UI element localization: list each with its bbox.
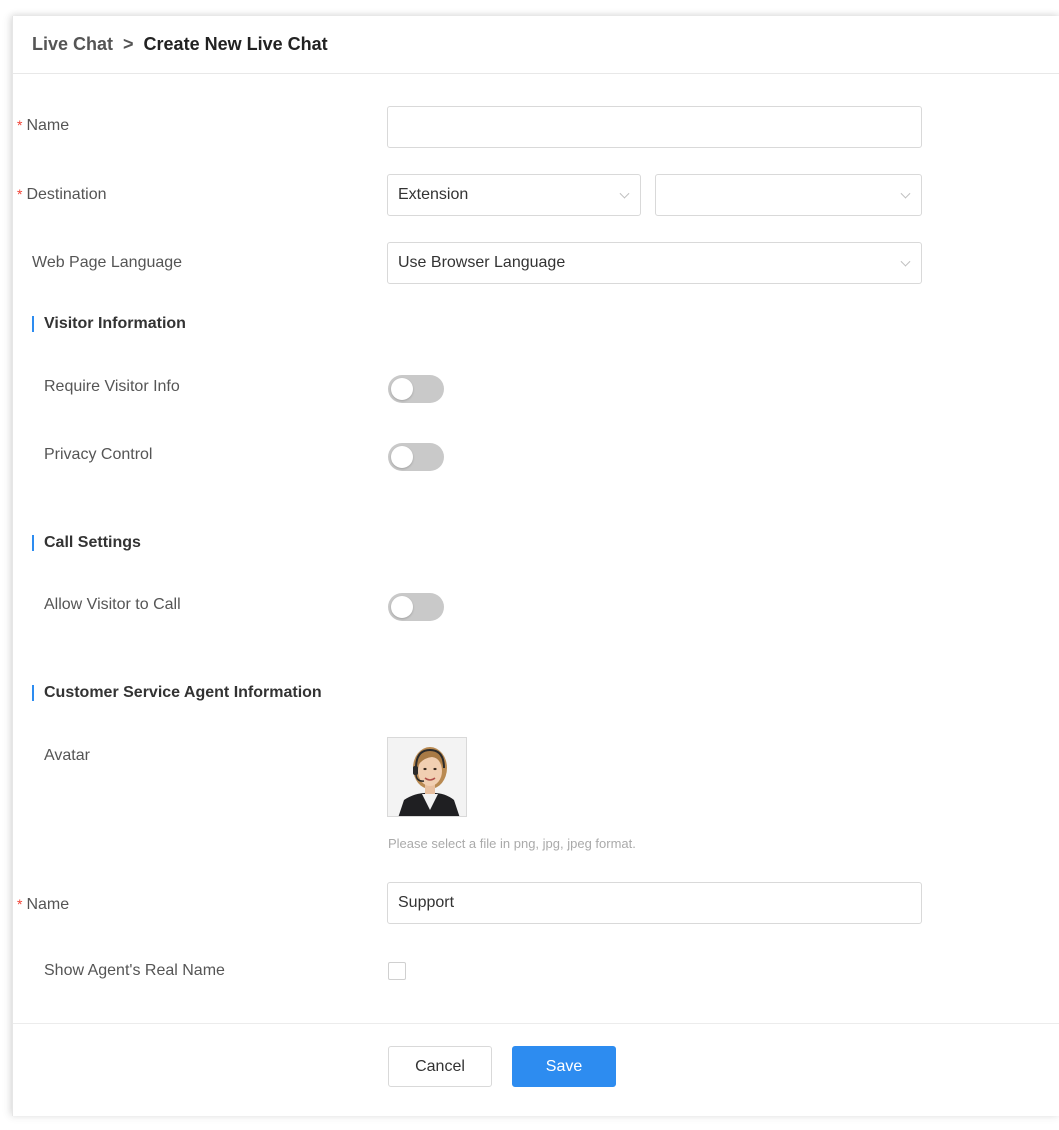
language-value: Use Browser Language <box>398 254 566 271</box>
cancel-button[interactable]: Cancel <box>388 1046 492 1087</box>
require-visitor-info-toggle[interactable] <box>388 375 444 403</box>
section-agent-information: Customer Service Agent Information <box>32 684 322 702</box>
create-live-chat-panel: Live Chat > Create New Live Chat * Name *… <box>12 16 1059 1116</box>
allow-visitor-call-label: Allow Visitor to Call <box>44 596 181 613</box>
required-asterisk: * <box>17 896 23 912</box>
destination-value-select[interactable] <box>655 174 922 216</box>
section-accent-bar <box>32 535 34 551</box>
chevron-down-icon <box>900 188 911 199</box>
section-title-text: Customer Service Agent Information <box>44 684 322 701</box>
privacy-control-label: Privacy Control <box>44 446 153 463</box>
destination-type-select[interactable]: Extension <box>387 174 641 216</box>
save-button[interactable]: Save <box>512 1046 616 1087</box>
section-call-settings: Call Settings <box>32 534 141 552</box>
breadcrumb-live-chat-link[interactable]: Live Chat <box>32 34 113 55</box>
destination-type-value: Extension <box>398 186 469 203</box>
name-label-text: Name <box>26 117 70 134</box>
required-asterisk: * <box>17 186 23 202</box>
chevron-down-icon <box>619 188 630 199</box>
section-visitor-information: Visitor Information <box>32 315 186 333</box>
destination-label: * Destination <box>17 186 107 204</box>
toggle-knob <box>391 378 413 400</box>
avatar-label: Avatar <box>44 747 90 764</box>
section-title-text: Call Settings <box>44 534 141 551</box>
name-input[interactable] <box>387 106 922 148</box>
avatar-image <box>388 738 466 816</box>
show-real-name-checkbox[interactable] <box>388 962 406 980</box>
name-label: * Name <box>17 117 69 135</box>
avatar-format-hint: Please select a file in png, jpg, jpeg f… <box>388 836 636 851</box>
require-visitor-info-label: Require Visitor Info <box>44 378 180 395</box>
page-title: Create New Live Chat <box>143 34 328 54</box>
show-real-name-label: Show Agent's Real Name <box>44 962 225 979</box>
chevron-down-icon <box>900 256 911 267</box>
agent-name-input[interactable] <box>387 882 922 924</box>
section-accent-bar <box>32 685 34 701</box>
language-label: Web Page Language <box>32 254 183 271</box>
required-asterisk: * <box>17 117 23 133</box>
section-accent-bar <box>32 316 34 332</box>
destination-label-text: Destination <box>26 186 107 203</box>
privacy-control-toggle[interactable] <box>388 443 444 471</box>
toggle-knob <box>391 596 413 618</box>
section-title-text: Visitor Information <box>44 315 186 332</box>
agent-name-label: * Name <box>17 896 69 914</box>
agent-name-label-text: Name <box>26 896 70 913</box>
avatar-upload[interactable] <box>387 737 467 817</box>
allow-visitor-call-toggle[interactable] <box>388 593 444 621</box>
footer-divider <box>13 1023 1059 1024</box>
breadcrumb-separator: > <box>123 34 134 54</box>
language-select[interactable]: Use Browser Language <box>387 242 922 284</box>
breadcrumb: Live Chat > Create New Live Chat <box>13 16 1059 74</box>
toggle-knob <box>391 446 413 468</box>
